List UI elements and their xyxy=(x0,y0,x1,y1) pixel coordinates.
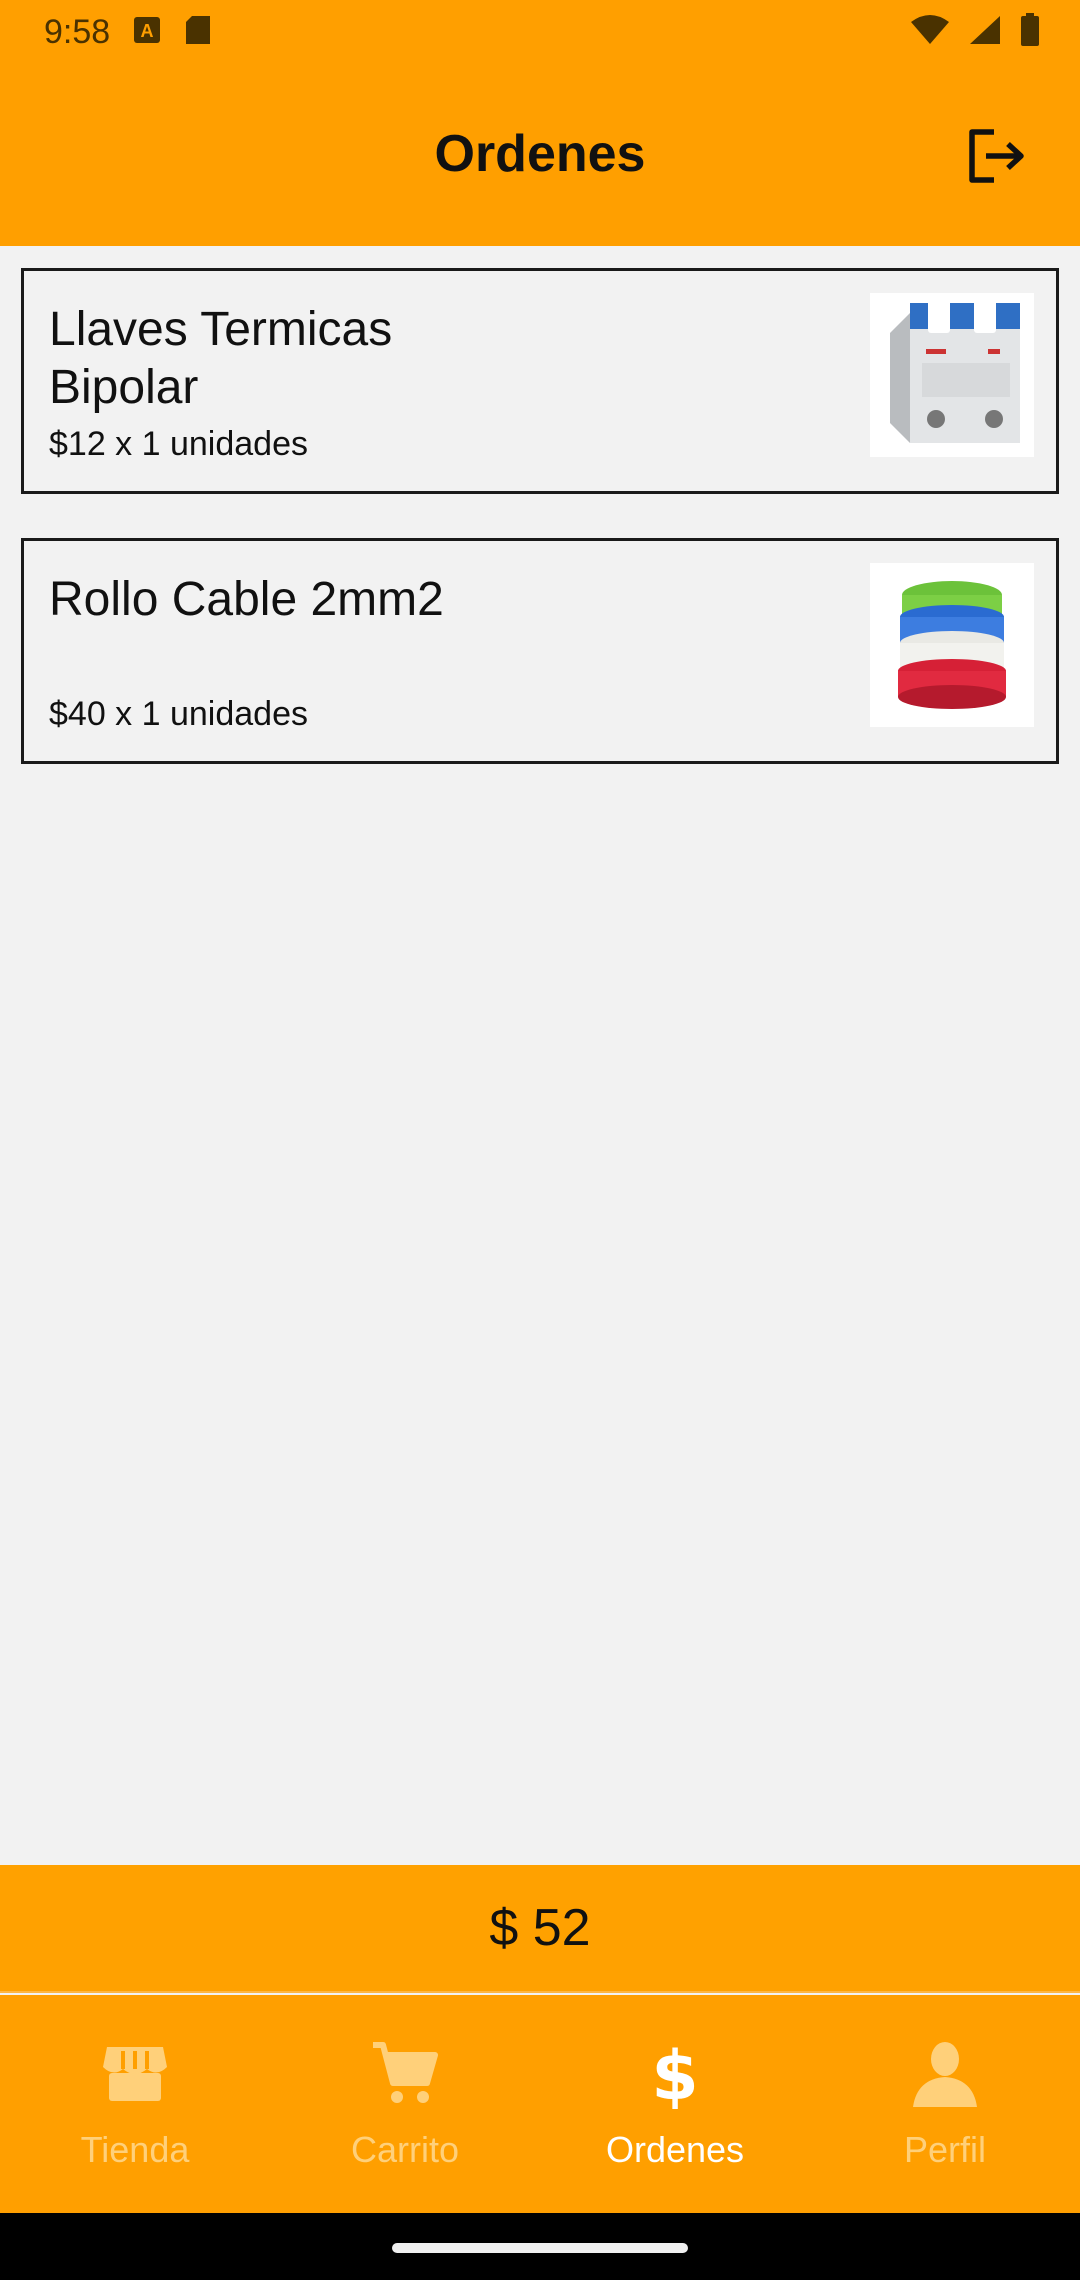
circuit-breaker-image xyxy=(870,293,1034,457)
battery-icon xyxy=(1020,12,1040,52)
nav-item-perfil[interactable]: Perfil xyxy=(810,1995,1080,2213)
logout-icon xyxy=(969,129,1024,183)
signal-icon xyxy=(968,14,1002,51)
app-root: 9:58 A Ordenes Llaves Termicas Bipolar $… xyxy=(0,0,1080,2280)
app-bar: Ordenes xyxy=(0,64,1080,246)
page-title: Ordenes xyxy=(434,125,646,183)
store-icon xyxy=(103,2047,167,2101)
order-name: Llaves Termicas Bipolar xyxy=(49,303,393,414)
svg-text:A: A xyxy=(141,21,154,41)
cart-icon xyxy=(373,2042,438,2103)
person-icon xyxy=(913,2042,977,2107)
status-bar: 9:58 A xyxy=(0,0,1080,64)
status-right xyxy=(910,12,1040,52)
order-card[interactable]: Llaves Termicas Bipolar $12 x 1 unidades xyxy=(21,268,1059,494)
nav-item-ordenes[interactable]: $ Ordenes xyxy=(540,1995,810,2213)
font-a-icon: A xyxy=(132,15,162,50)
nav-item-tienda[interactable]: Tienda xyxy=(0,1995,270,2213)
total-bar: $ 52 xyxy=(0,1865,1080,1993)
nav-label: Carrito xyxy=(350,2129,460,2170)
system-navigation-bar xyxy=(0,2213,1080,2280)
home-gesture-pill[interactable] xyxy=(392,2243,688,2253)
logout-button[interactable] xyxy=(964,126,1028,186)
order-name: Rollo Cable 2mm2 xyxy=(49,573,444,626)
nav-item-carrito[interactable]: Carrito xyxy=(270,1995,540,2213)
svg-text:$: $ xyxy=(651,2037,698,2109)
dollar-icon: $ xyxy=(651,2037,698,2109)
order-card[interactable]: Rollo Cable 2mm2 $40 x 1 unidades xyxy=(21,538,1059,764)
status-left: 9:58 A xyxy=(44,13,212,52)
wifi-icon xyxy=(910,14,950,51)
total-amount: $ 52 xyxy=(489,1899,591,1957)
order-quantity: $40 x 1 unidades xyxy=(49,695,308,733)
nav-label: Perfil xyxy=(903,2129,987,2170)
cable-roll-image xyxy=(870,563,1034,727)
bottom-navigation: Tienda Carrito $ Ordenes Perfil xyxy=(0,1995,1080,2213)
sd-card-icon xyxy=(184,14,212,51)
orders-list: Llaves Termicas Bipolar $12 x 1 unidades xyxy=(21,268,1059,808)
status-time: 9:58 xyxy=(44,12,111,51)
nav-label: Tienda xyxy=(80,2129,190,2170)
nav-label: Ordenes xyxy=(605,2129,745,2170)
order-quantity: $12 x 1 unidades xyxy=(49,425,308,463)
